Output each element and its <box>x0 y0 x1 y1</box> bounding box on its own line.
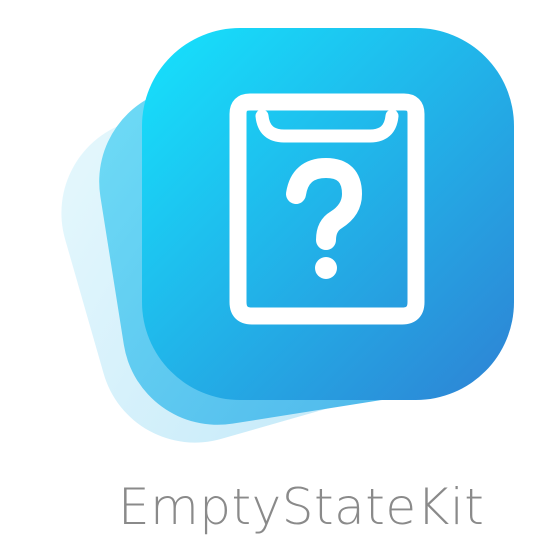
app-logo <box>0 0 560 480</box>
brand-name: EmptyStateKit <box>118 478 485 536</box>
logo-graphic <box>61 28 514 443</box>
